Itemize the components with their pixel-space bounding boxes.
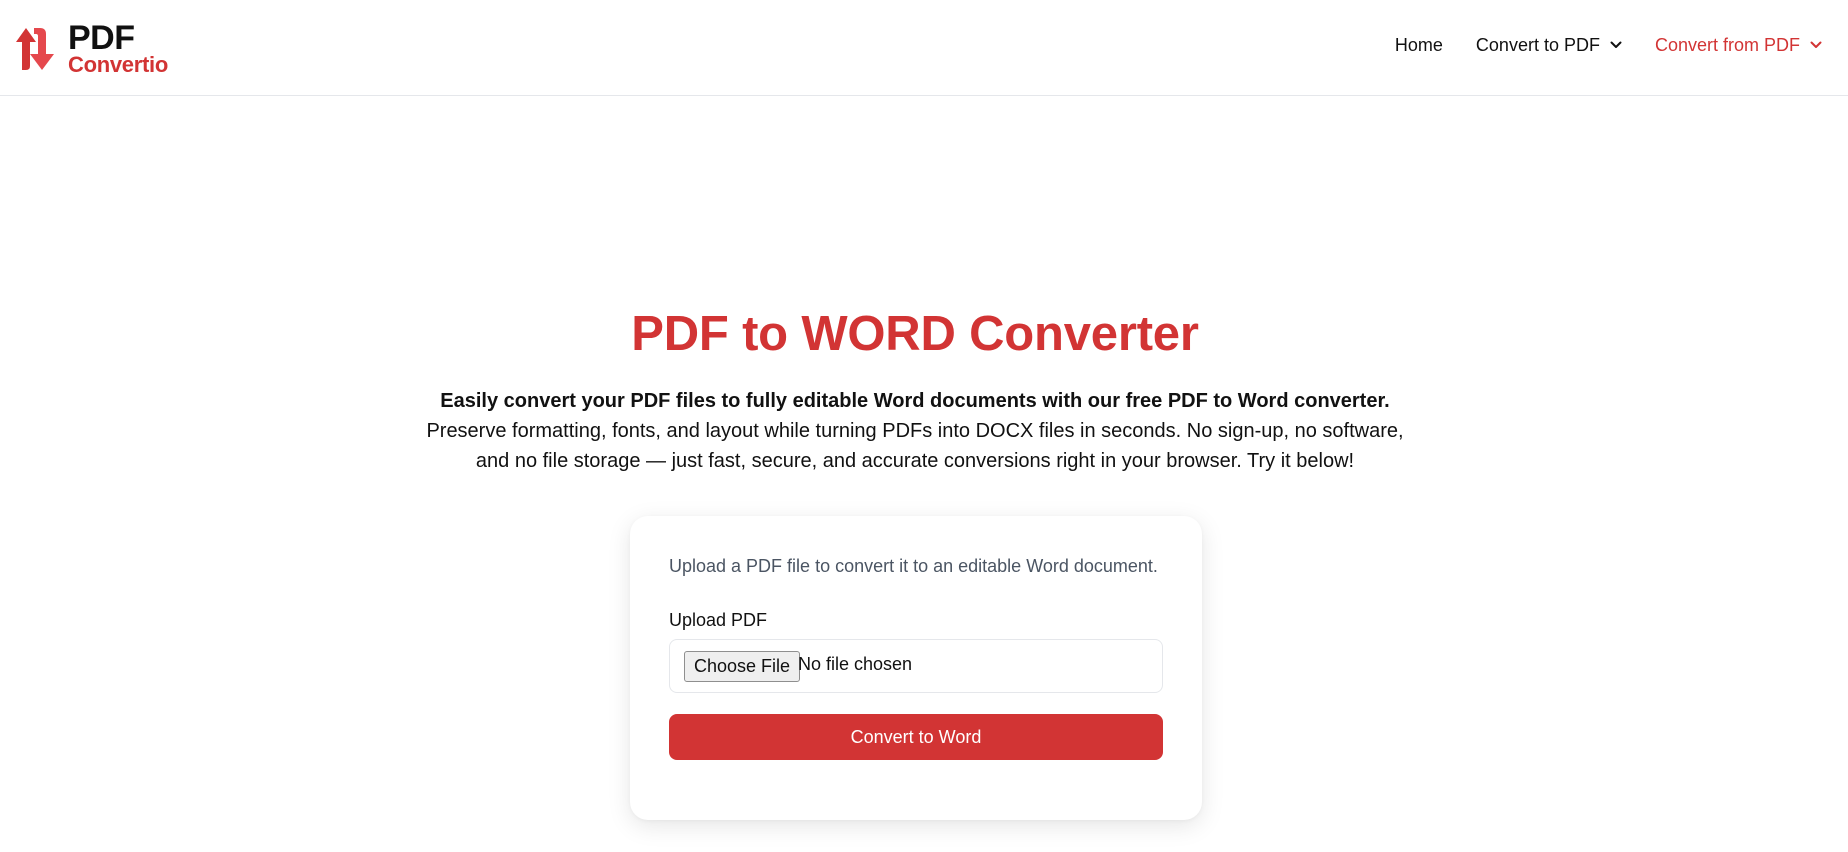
converter-description: Upload a PDF file to convert it to an ed… bbox=[669, 556, 1158, 576]
intro-bold-text: Easily convert your PDF files to fully e… bbox=[440, 390, 1390, 412]
nav-item-home[interactable]: Home bbox=[1395, 30, 1443, 60]
site-header: PDF Convertio Home Convert to PDF Conver… bbox=[0, 0, 1848, 96]
upload-label: Upload PDF bbox=[669, 610, 768, 630]
nav-item-convert-from-pdf[interactable]: Convert from PDF bbox=[1655, 30, 1822, 60]
convert-to-word-button[interactable]: Convert to Word bbox=[669, 714, 1163, 760]
brand-logo[interactable]: PDF Convertio bbox=[10, 18, 168, 78]
choose-file-button[interactable]: Choose File bbox=[684, 651, 801, 682]
intro-rest-text: Preserve formatting, fonts, and layout w… bbox=[426, 420, 1404, 472]
brand-name-top: PDF bbox=[68, 18, 135, 57]
nav-item-label: Home bbox=[1394, 34, 1443, 55]
chevron-down-icon bbox=[1610, 41, 1622, 48]
pdf-arrows-icon bbox=[16, 28, 54, 70]
chevron-down-icon bbox=[1810, 41, 1822, 48]
brand-text: PDF Convertio bbox=[68, 21, 168, 76]
nav-item-label: Convert to PDF bbox=[1475, 34, 1600, 55]
file-input[interactable]: Choose File No file chosen bbox=[669, 639, 1163, 693]
brand-name-bottom: Convertio bbox=[68, 51, 168, 77]
intro-text: Easily convert your PDF files to fully e… bbox=[420, 386, 1410, 476]
file-status: No file chosen bbox=[798, 654, 913, 674]
nav-item-label: Convert from PDF bbox=[1654, 34, 1800, 55]
converter-card: Upload a PDF file to convert it to an ed… bbox=[630, 516, 1202, 820]
page-title: PDF to WORD Converter bbox=[631, 307, 1199, 361]
nav-item-convert-to-pdf[interactable]: Convert to PDF bbox=[1476, 30, 1622, 60]
main-nav: Home Convert to PDF Convert from PDF bbox=[1362, 30, 1822, 60]
